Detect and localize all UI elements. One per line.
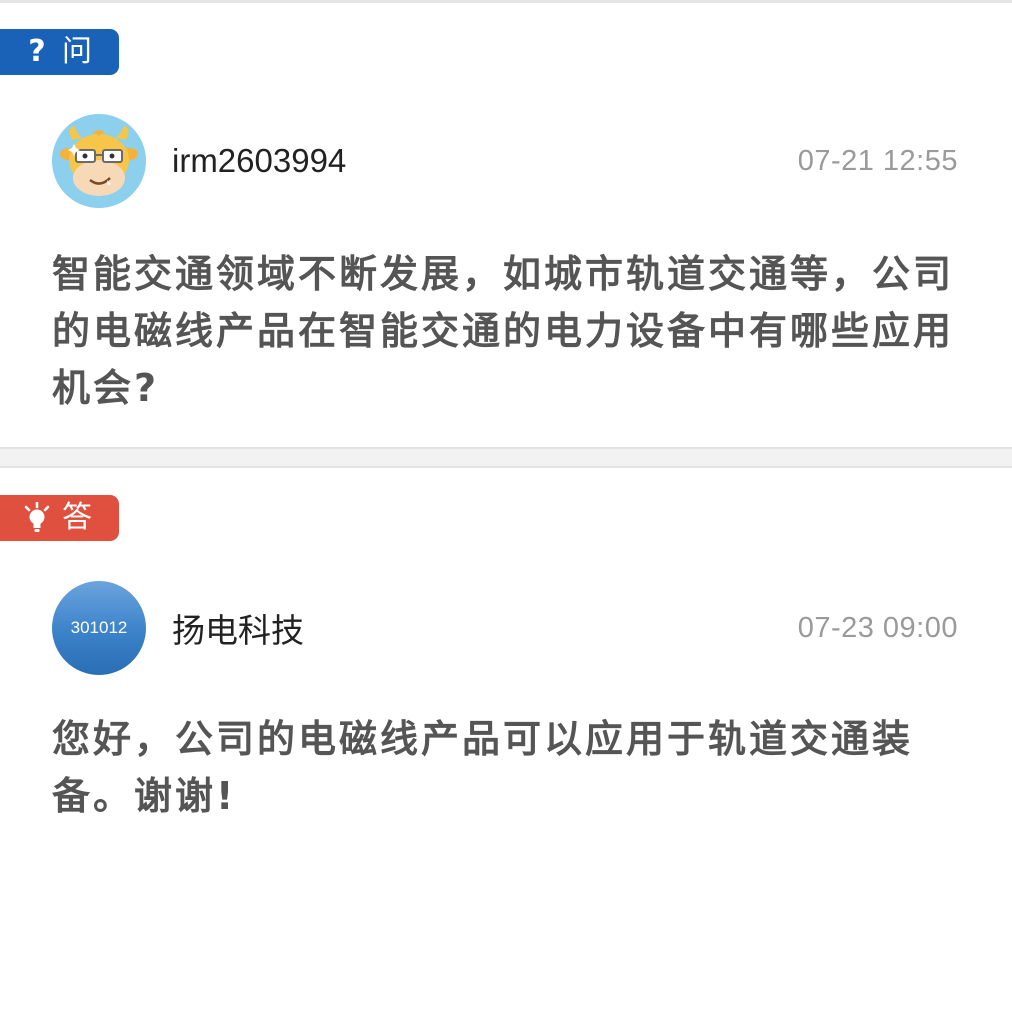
answer-author-name[interactable]: 扬电科技 — [172, 604, 798, 652]
question-section: ? 问 irm2603994 07-21 12:55 智能交通领域不断发展，如城… — [0, 3, 1012, 447]
question-tag: ? 问 — [0, 29, 119, 75]
cow-avatar-icon — [52, 114, 146, 208]
answer-tag: 答 — [0, 495, 119, 541]
answer-tag-label: 答 — [62, 500, 93, 535]
answer-content: 您好，公司的电磁线产品可以应用于轨道交通装备。谢谢! — [52, 717, 914, 818]
answer-timestamp: 07-23 09:00 — [797, 611, 958, 644]
question-timestamp: 07-21 12:55 — [797, 144, 958, 177]
question-author-name[interactable]: irm2603994 — [172, 142, 798, 180]
question-content: 智能交通领域不断发展，如城市轨道交通等，公司的电磁线产品在智能交通的电力设备中有… — [52, 252, 955, 410]
company-avatar[interactable]: 301012 — [52, 581, 146, 675]
user-avatar[interactable] — [52, 114, 146, 208]
answer-section: 答 301012 扬电科技 07-23 09:00 您好，公司的电磁线产品可以应… — [0, 468, 1012, 1024]
section-divider — [0, 447, 1012, 468]
question-mark-icon: ? — [28, 34, 46, 69]
lightbulb-icon — [22, 502, 52, 533]
question-tag-label: 问 — [62, 34, 93, 69]
company-code: 301012 — [70, 618, 128, 637]
question-author-row: irm2603994 07-21 12:55 — [52, 114, 958, 208]
answer-author-row: 301012 扬电科技 07-23 09:00 — [52, 581, 958, 675]
